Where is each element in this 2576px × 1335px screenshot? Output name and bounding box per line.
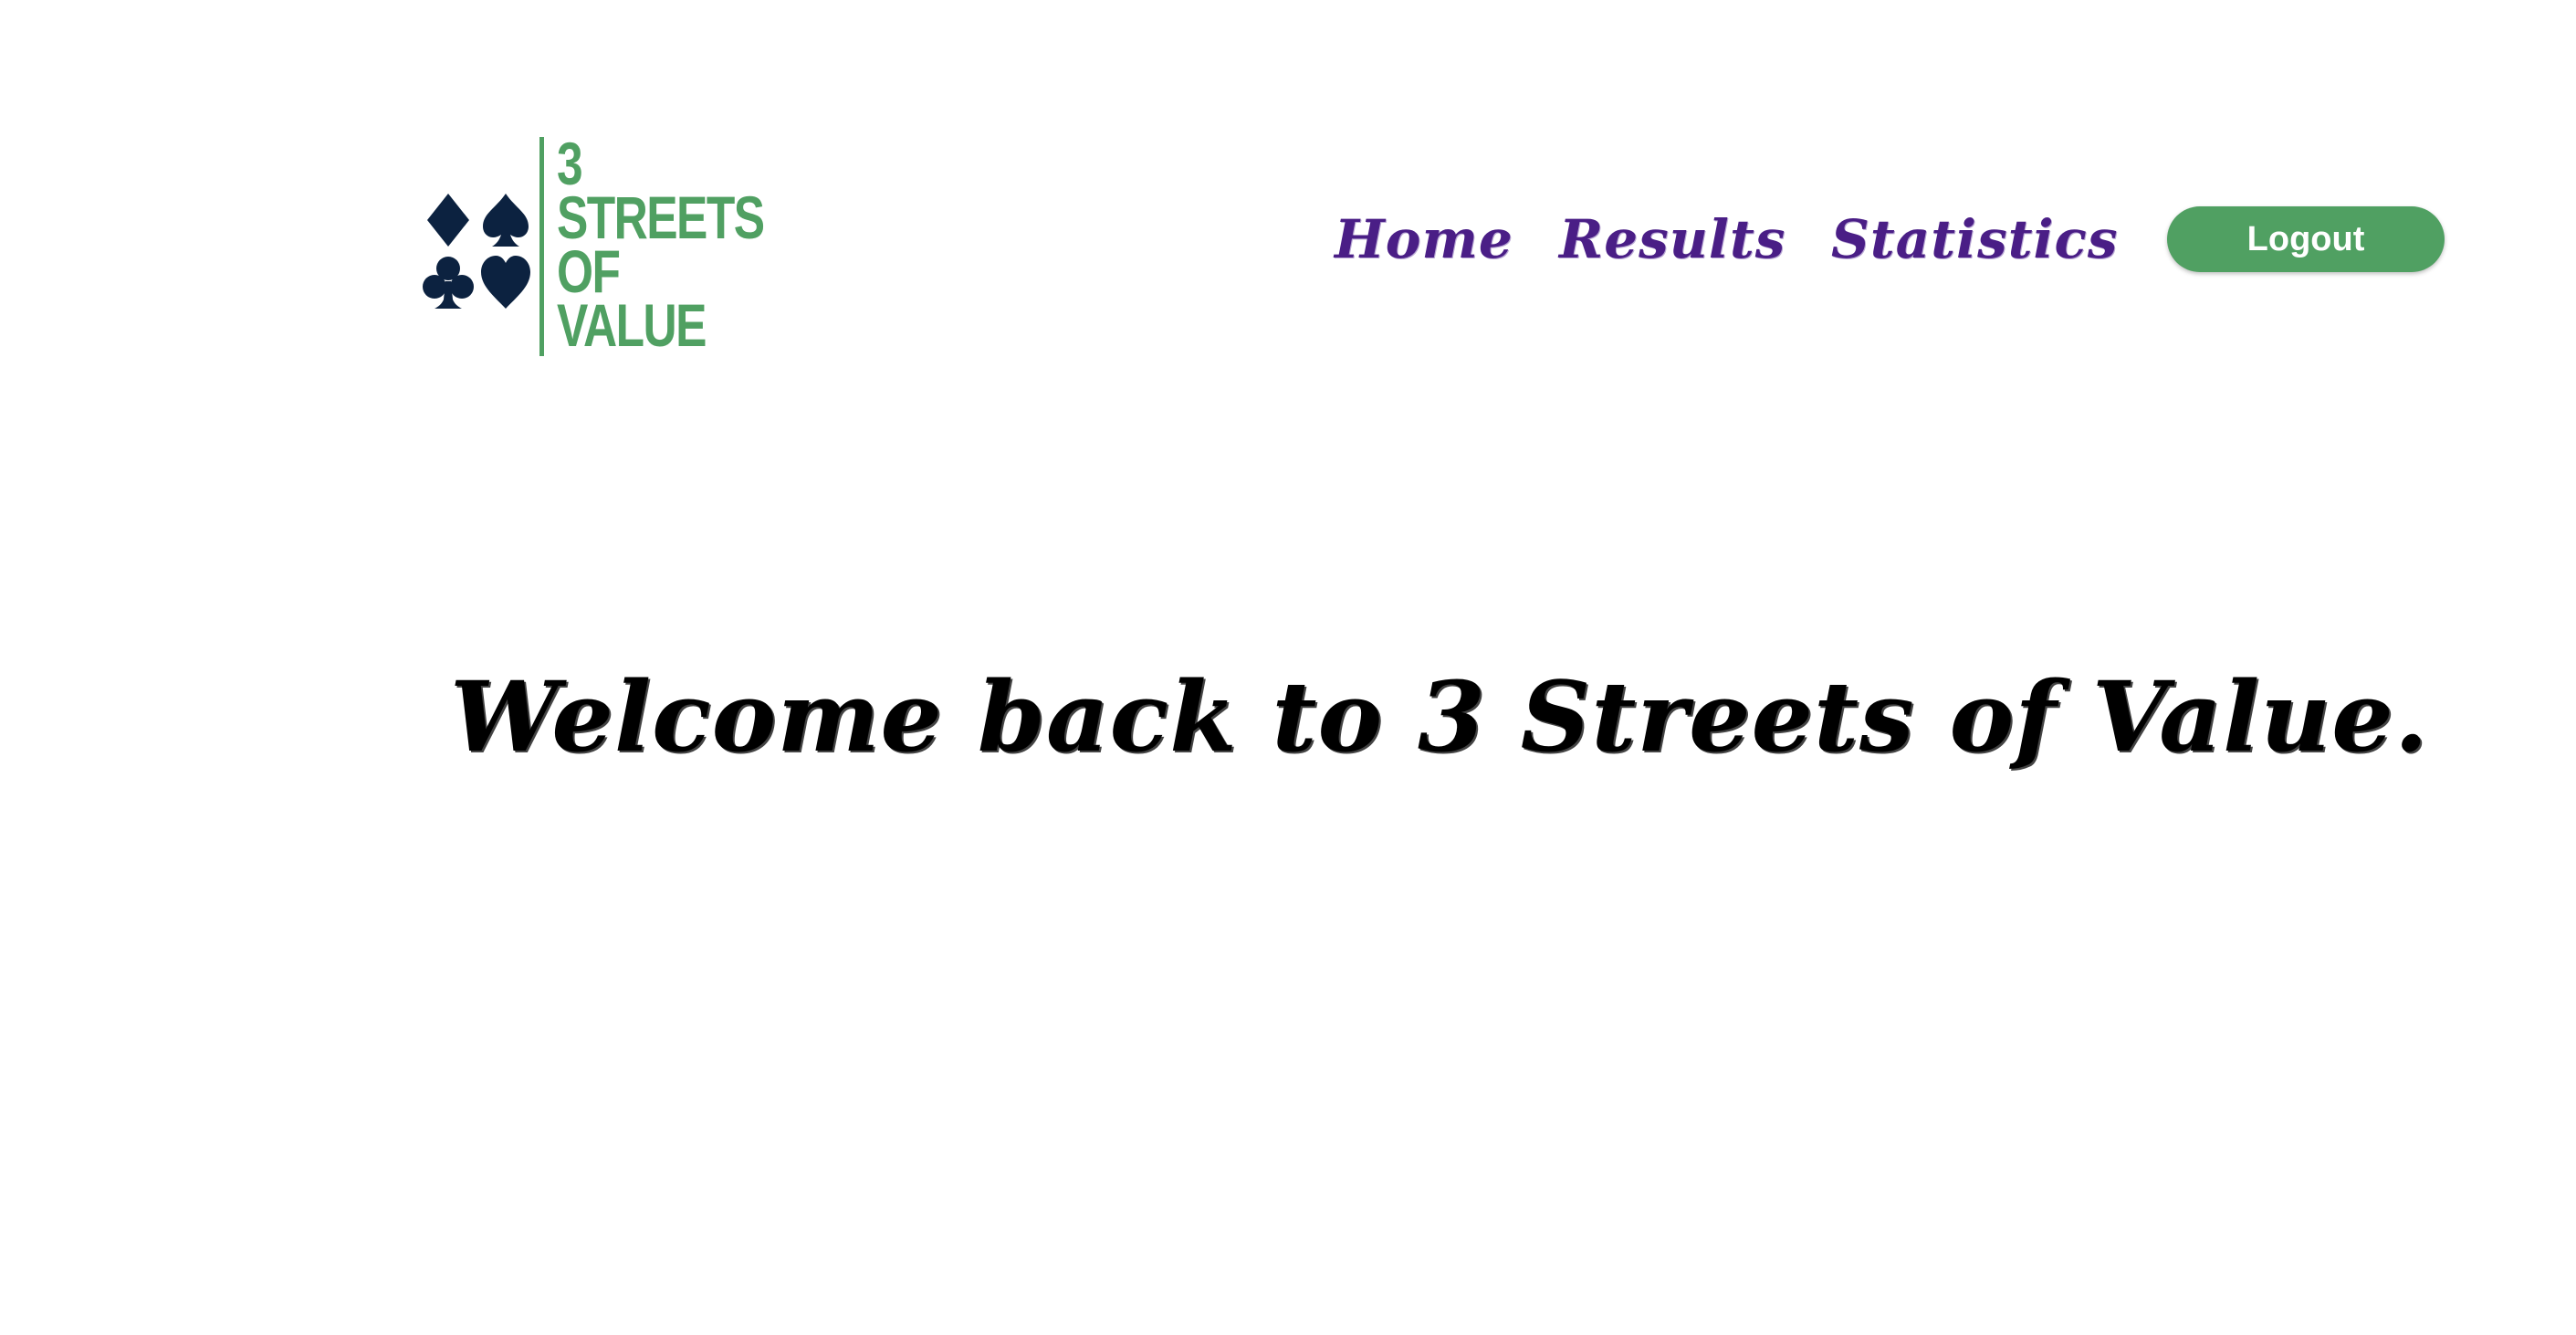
logout-button[interactable]: Logout bbox=[2167, 206, 2445, 272]
nav-results-link[interactable]: Results bbox=[1559, 208, 1785, 270]
site-header: 3 STREETS OF VALUE Home Results Statisti… bbox=[0, 0, 2576, 384]
nav-home-link[interactable]: Home bbox=[1335, 208, 1513, 270]
nav-statistics-link[interactable]: Statistics bbox=[1831, 208, 2119, 270]
logo-line: VALUE bbox=[557, 291, 707, 359]
welcome-section: Welcome back to 3 Streets of Value. bbox=[0, 659, 2576, 773]
welcome-heading: Welcome back to 3 Streets of Value. bbox=[450, 659, 2429, 773]
